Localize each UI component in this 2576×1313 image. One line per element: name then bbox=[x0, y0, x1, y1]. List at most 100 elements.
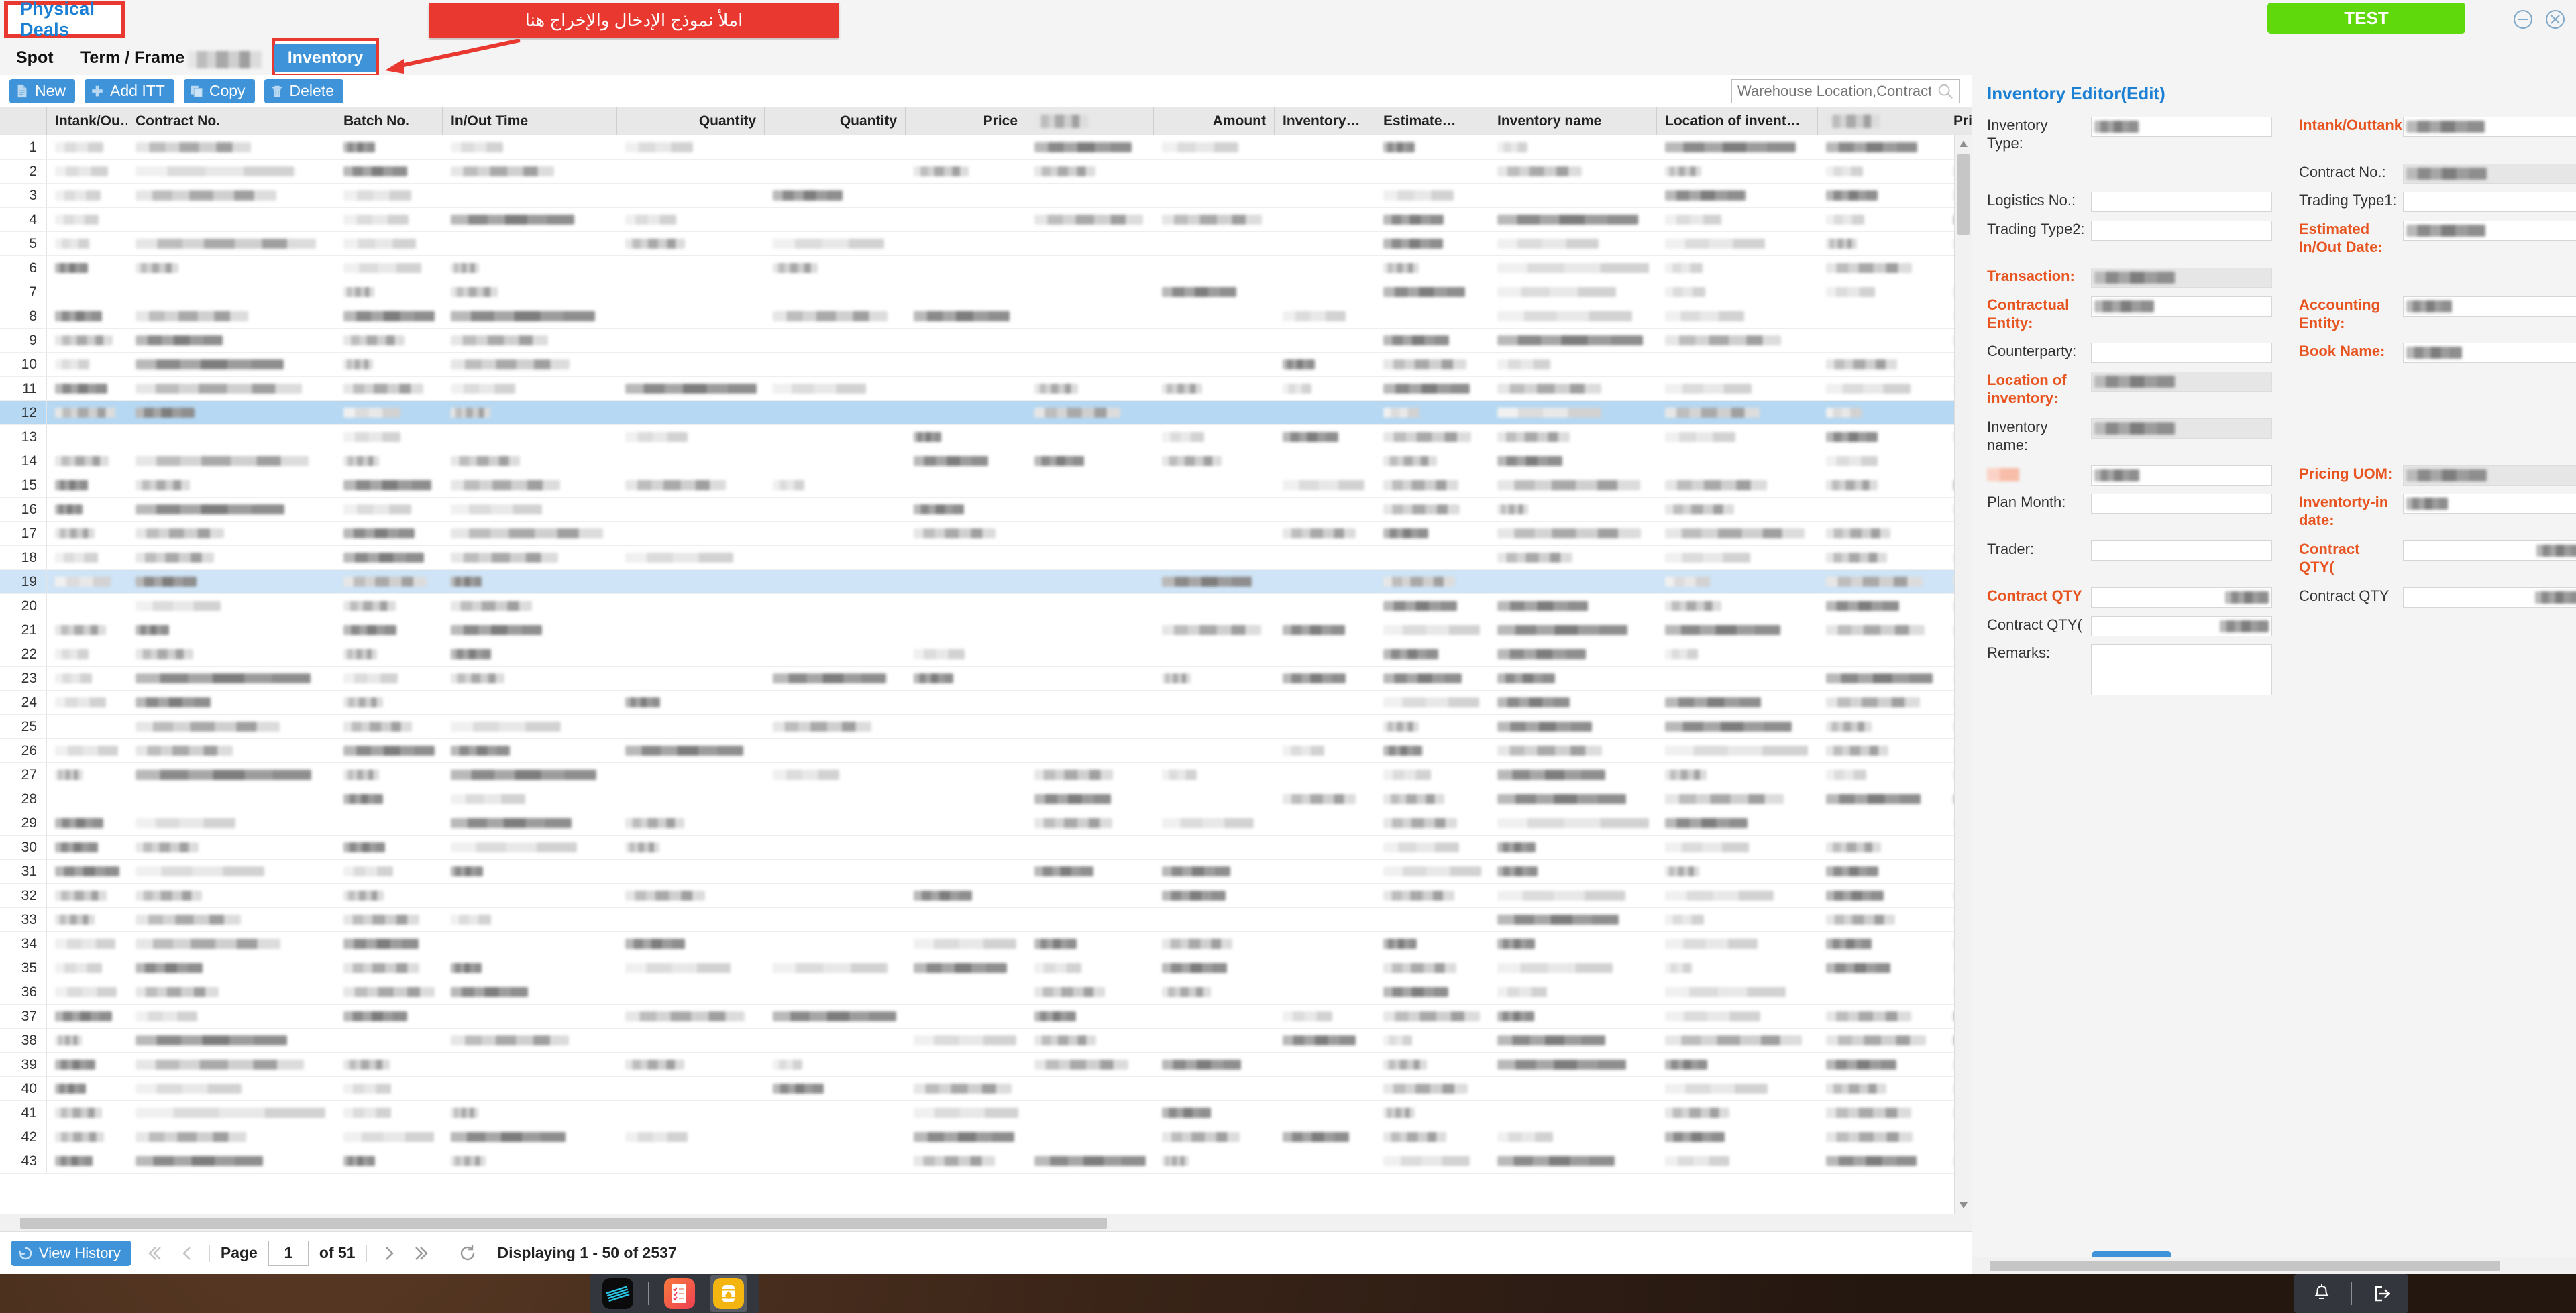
table-cell[interactable] bbox=[127, 980, 335, 1004]
table-cell[interactable] bbox=[1275, 256, 1375, 280]
editor-input-field[interactable] bbox=[2403, 343, 2576, 363]
table-row[interactable]: 15 bbox=[0, 473, 1972, 498]
table-cell[interactable] bbox=[1275, 135, 1375, 159]
table-cell[interactable] bbox=[1489, 811, 1657, 835]
table-cell[interactable] bbox=[1275, 232, 1375, 255]
table-cell[interactable] bbox=[1657, 884, 1818, 907]
editor-input-field[interactable] bbox=[2091, 117, 2272, 137]
grid-column-header[interactable] bbox=[1818, 107, 1945, 135]
table-cell[interactable] bbox=[335, 184, 443, 207]
table-cell[interactable] bbox=[1818, 739, 1945, 762]
table-cell[interactable] bbox=[906, 425, 1026, 449]
table-cell[interactable] bbox=[1657, 280, 1818, 304]
table-row[interactable]: 19 bbox=[0, 570, 1972, 594]
table-cell[interactable] bbox=[906, 135, 1026, 159]
table-cell[interactable] bbox=[1489, 304, 1657, 328]
table-cell[interactable] bbox=[765, 329, 906, 352]
table-cell[interactable] bbox=[443, 353, 617, 376]
table-cell[interactable] bbox=[1657, 739, 1818, 762]
table-cell[interactable] bbox=[1275, 691, 1375, 714]
table-cell[interactable] bbox=[1275, 1149, 1375, 1173]
table-cell[interactable] bbox=[443, 329, 617, 352]
table-cell[interactable] bbox=[1026, 860, 1154, 883]
table-cell[interactable] bbox=[443, 594, 617, 618]
table-cell[interactable] bbox=[1154, 522, 1275, 545]
table-cell[interactable] bbox=[765, 642, 906, 666]
table-cell[interactable] bbox=[1026, 232, 1154, 255]
grid-vscroll-thumb[interactable] bbox=[1957, 154, 1970, 235]
table-row[interactable]: 24 bbox=[0, 691, 1972, 715]
table-row[interactable]: 18 bbox=[0, 546, 1972, 570]
grid-vertical-scrollbar[interactable] bbox=[1954, 135, 1972, 1214]
table-cell[interactable] bbox=[335, 884, 443, 907]
table-cell[interactable] bbox=[617, 594, 765, 618]
table-cell[interactable] bbox=[765, 570, 906, 593]
table-cell[interactable] bbox=[906, 811, 1026, 835]
table-cell[interactable] bbox=[47, 135, 127, 159]
table-cell[interactable] bbox=[617, 1149, 765, 1173]
table-cell[interactable] bbox=[1657, 546, 1818, 569]
table-cell[interactable] bbox=[1657, 208, 1818, 231]
table-cell[interactable] bbox=[127, 884, 335, 907]
editor-input-field[interactable] bbox=[2403, 540, 2576, 561]
table-cell[interactable] bbox=[1818, 280, 1945, 304]
table-cell[interactable] bbox=[1489, 667, 1657, 690]
table-cell[interactable] bbox=[1026, 980, 1154, 1004]
table-cell[interactable] bbox=[617, 787, 765, 811]
table-cell[interactable] bbox=[1818, 546, 1945, 569]
table-cell[interactable] bbox=[765, 908, 906, 931]
table-cell[interactable] bbox=[335, 763, 443, 787]
table-cell[interactable] bbox=[443, 522, 617, 545]
table-cell[interactable] bbox=[1026, 425, 1154, 449]
table-cell[interactable] bbox=[1154, 1125, 1275, 1149]
table-cell[interactable] bbox=[765, 425, 906, 449]
table-cell[interactable] bbox=[1657, 956, 1818, 980]
table-cell[interactable] bbox=[617, 546, 765, 569]
table-cell[interactable] bbox=[1275, 1029, 1375, 1052]
table-row[interactable]: 3 bbox=[0, 184, 1972, 208]
table-cell[interactable] bbox=[1154, 473, 1275, 497]
table-cell[interactable] bbox=[335, 787, 443, 811]
table-cell[interactable] bbox=[127, 908, 335, 931]
table-cell[interactable] bbox=[443, 449, 617, 473]
table-cell[interactable] bbox=[1489, 522, 1657, 545]
table-cell[interactable] bbox=[1375, 208, 1489, 231]
table-cell[interactable] bbox=[1657, 498, 1818, 521]
table-cell[interactable] bbox=[1275, 667, 1375, 690]
table-cell[interactable] bbox=[47, 980, 127, 1004]
table-cell[interactable] bbox=[335, 691, 443, 714]
table-cell[interactable] bbox=[1026, 304, 1154, 328]
table-cell[interactable] bbox=[1489, 329, 1657, 352]
table-cell[interactable] bbox=[1489, 401, 1657, 424]
table-cell[interactable] bbox=[1657, 329, 1818, 352]
table-cell[interactable] bbox=[1657, 353, 1818, 376]
table-cell[interactable] bbox=[1489, 232, 1657, 255]
table-cell[interactable] bbox=[443, 1029, 617, 1052]
table-cell[interactable] bbox=[1657, 594, 1818, 618]
table-cell[interactable] bbox=[765, 473, 906, 497]
table-cell[interactable] bbox=[47, 836, 127, 859]
table-cell[interactable] bbox=[1818, 522, 1945, 545]
table-cell[interactable] bbox=[906, 304, 1026, 328]
table-cell[interactable] bbox=[1026, 1149, 1154, 1173]
table-cell[interactable] bbox=[47, 1005, 127, 1028]
table-cell[interactable] bbox=[127, 642, 335, 666]
table-cell[interactable] bbox=[443, 1077, 617, 1100]
table-cell[interactable] bbox=[617, 811, 765, 835]
editor-input-field[interactable] bbox=[2091, 465, 2272, 486]
table-cell[interactable] bbox=[443, 908, 617, 931]
table-cell[interactable] bbox=[1275, 932, 1375, 956]
editor-form-scroll[interactable]: Inventory Type: Intank/Outtank: Contract N… bbox=[1972, 111, 2576, 1274]
table-cell[interactable] bbox=[1818, 1029, 1945, 1052]
table-cell[interactable] bbox=[765, 787, 906, 811]
table-cell[interactable] bbox=[443, 980, 617, 1004]
table-cell[interactable] bbox=[617, 1029, 765, 1052]
table-cell[interactable] bbox=[1489, 1125, 1657, 1149]
table-cell[interactable] bbox=[1375, 1005, 1489, 1028]
table-cell[interactable] bbox=[335, 208, 443, 231]
table-cell[interactable] bbox=[127, 956, 335, 980]
table-cell[interactable] bbox=[617, 618, 765, 642]
table-cell[interactable] bbox=[1489, 280, 1657, 304]
table-cell[interactable] bbox=[1657, 1053, 1818, 1076]
table-cell[interactable] bbox=[617, 160, 765, 183]
